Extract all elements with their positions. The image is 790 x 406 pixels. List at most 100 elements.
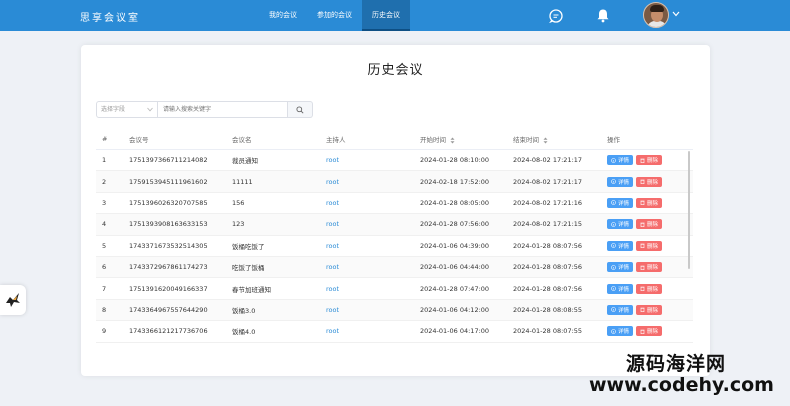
row-end-time: 2024-08-02 17:21:16 (513, 198, 583, 207)
row-meeting-id: 1751393908163633153 (129, 220, 208, 229)
row-end-time: 2024-01-28 08:07:56 (513, 284, 583, 293)
avatar-shirt (647, 21, 667, 27)
delete-button-label: 删除 (647, 307, 659, 314)
nav-history-meetings[interactable]: 历史会议 (362, 0, 410, 31)
info-icon (611, 264, 616, 270)
page-title: 历史会议 (367, 63, 424, 78)
search-bar: 选择字段 (96, 101, 313, 118)
header-host: 主持人 (326, 136, 346, 144)
table-row: 2 1759153945111961602 11111 root 2024-02-18 … (96, 171, 693, 193)
info-icon (611, 222, 616, 227)
table-row: 1 1751397366711214082 裁员通知 root 2024-01-28 0… (96, 150, 693, 172)
delete-button[interactable]: 删除 (636, 304, 663, 315)
sort-icon[interactable] (450, 137, 455, 144)
field-select[interactable]: 选择字段 (96, 101, 158, 118)
row-start-time: 2024-01-28 07:56:00 (420, 220, 490, 229)
row-end-time: 2024-08-02 17:21:15 (513, 220, 583, 229)
detail-button-label: 详情 (618, 243, 630, 250)
delete-button[interactable]: 删除 (636, 262, 663, 273)
row-host-link[interactable]: root (326, 327, 339, 335)
row-end-time: 2024-01-28 08:07:56 (513, 241, 583, 250)
row-start-time: 2024-02-18 17:52:00 (420, 177, 490, 186)
detail-button[interactable]: 详情 (607, 283, 634, 294)
row-host-link[interactable]: root (326, 306, 339, 314)
row-actions: 详情 删除 (607, 240, 693, 251)
detail-button[interactable]: 详情 (607, 262, 634, 273)
trash-icon (640, 158, 645, 163)
trash-icon (640, 179, 645, 185)
table-body: 1 1751397366711214082 裁员通知 root 2024-01-28 0… (96, 150, 693, 343)
detail-button[interactable]: 详情 (607, 176, 634, 187)
row-host-link[interactable]: root (326, 242, 339, 250)
app-brand[interactable]: 思享会议室 (80, 9, 140, 24)
detail-button[interactable]: 详情 (607, 219, 634, 230)
delete-button[interactable]: 删除 (636, 155, 663, 166)
row-host-link[interactable]: root (326, 220, 339, 228)
table-row: 4 1751393908163633153 123 root 2024-01-28 07… (96, 214, 693, 236)
floating-widget[interactable] (0, 285, 26, 315)
trash-icon (640, 222, 645, 227)
delete-button[interactable]: 删除 (636, 326, 663, 337)
table-row: 3 1751396026320707585 156 root 2024-01-28 08… (96, 193, 693, 215)
row-meeting-id: 1743371673532514305 (129, 241, 208, 250)
detail-button[interactable]: 详情 (607, 155, 634, 166)
nav-joined-meetings[interactable]: 参加的会议 (307, 0, 362, 31)
search-input[interactable] (158, 101, 288, 118)
chevron-down-icon[interactable] (672, 11, 680, 17)
row-meeting-name: 春节加班通知 (232, 285, 271, 294)
row-meeting-name: 11111 (232, 177, 253, 186)
delete-button[interactable]: 删除 (636, 176, 663, 187)
delete-button[interactable]: 删除 (636, 240, 663, 251)
row-start-time: 2024-01-06 04:17:00 (420, 327, 490, 336)
table-scrollbar[interactable] (688, 151, 690, 269)
row-index: 1 (102, 156, 107, 165)
delete-button-label: 删除 (647, 158, 659, 165)
info-icon (611, 329, 616, 334)
info-icon (611, 243, 616, 249)
trash-icon (640, 286, 645, 292)
detail-button-label: 详情 (618, 329, 630, 336)
detail-button-label: 详情 (618, 222, 630, 229)
row-start-time: 2024-01-28 08:05:00 (420, 198, 490, 207)
row-meeting-id: 1743364967557644290 (129, 305, 208, 314)
row-host-link[interactable]: root (326, 285, 339, 293)
nav-my-meetings[interactable]: 我的会议 (259, 0, 307, 31)
delete-button[interactable]: 删除 (636, 283, 663, 294)
delete-button[interactable]: 删除 (636, 197, 663, 208)
row-index: 6 (102, 263, 107, 272)
row-actions: 详情 删除 (607, 219, 693, 230)
detail-button[interactable]: 详情 (607, 197, 634, 208)
delete-button[interactable]: 删除 (636, 219, 663, 230)
header-meeting-id: 会议号 (129, 136, 149, 144)
user-avatar[interactable] (643, 2, 669, 28)
bell-icon[interactable] (596, 8, 610, 23)
detail-button-label: 详情 (618, 158, 630, 165)
header-start-time[interactable]: 开始时间 (420, 134, 513, 144)
row-start-time: 2024-01-28 08:10:00 (420, 156, 490, 165)
row-host-link[interactable]: root (326, 156, 339, 164)
detail-button[interactable]: 详情 (607, 304, 634, 315)
row-host-link[interactable]: root (326, 263, 339, 271)
row-index: 7 (102, 284, 107, 293)
row-meeting-name: 饭桶4.0 (232, 328, 256, 337)
info-icon (611, 307, 616, 313)
row-index: 8 (102, 305, 107, 314)
header-start-time-label: 开始时间 (420, 136, 446, 144)
trash-icon (640, 265, 645, 270)
row-index: 3 (102, 198, 107, 207)
search-button[interactable] (288, 101, 313, 118)
main-nav: 我的会议 参加的会议 历史会议 (259, 0, 410, 31)
row-host-link[interactable]: root (326, 199, 339, 207)
row-meeting-name: 123 (232, 220, 245, 229)
detail-button[interactable]: 详情 (607, 240, 634, 251)
header-actions: 操作 (607, 136, 620, 144)
row-start-time: 2024-01-06 04:44:00 (420, 263, 490, 272)
detail-button[interactable]: 详情 (607, 326, 634, 337)
header-end-time[interactable]: 结束时间 (513, 134, 607, 144)
chat-icon[interactable] (549, 9, 563, 23)
row-host-link[interactable]: root (326, 178, 339, 186)
delete-button-label: 删除 (647, 286, 659, 293)
sort-icon[interactable] (543, 137, 548, 144)
row-meeting-id: 1743372967861174273 (129, 263, 208, 272)
row-actions: 详情 删除 (607, 155, 693, 166)
